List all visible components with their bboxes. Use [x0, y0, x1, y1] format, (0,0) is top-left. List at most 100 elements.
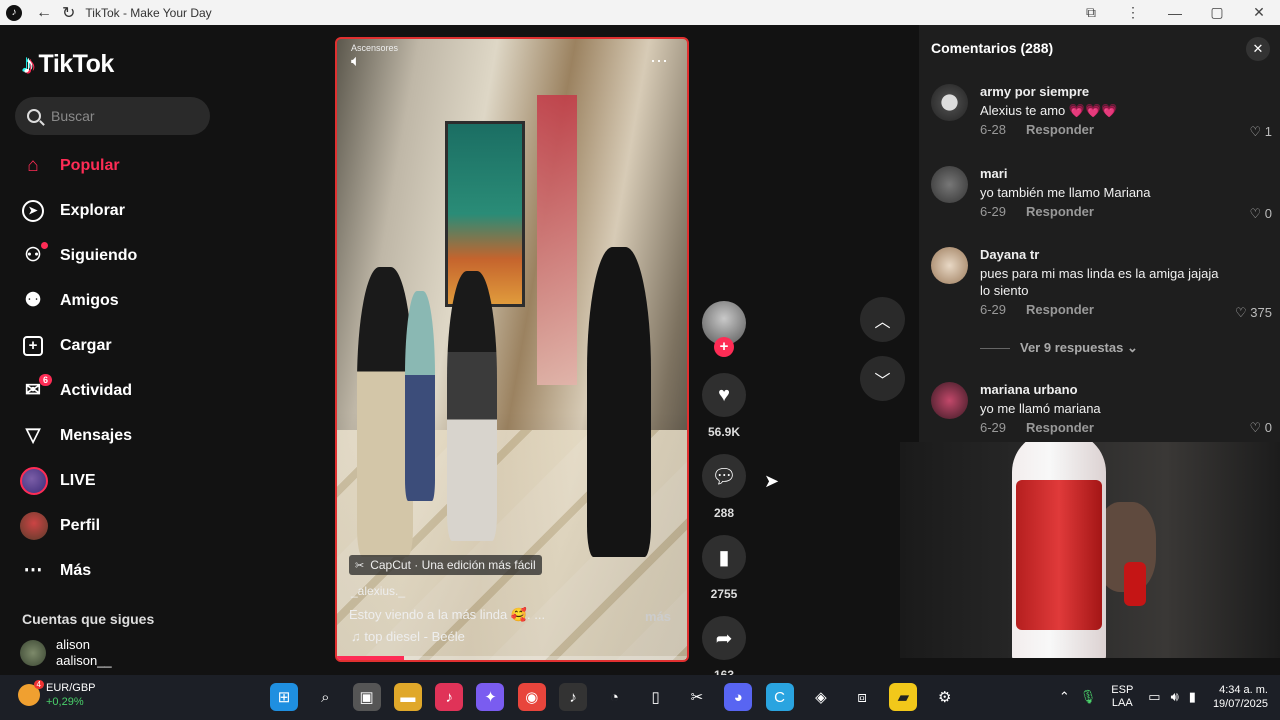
comment-date: 6-29: [980, 420, 1007, 435]
close-window-button[interactable]: ✕: [1238, 4, 1280, 21]
comment-icon[interactable]: 💬︎: [702, 454, 746, 498]
task-view-icon[interactable]: ▣: [352, 683, 381, 711]
comment-user[interactable]: mari: [980, 166, 1230, 181]
sidebar: ♪ TikTok ⌂ Popular ➤ Explorar ⚇ Siguiend…: [0, 25, 330, 675]
reply-button[interactable]: Responder: [1026, 122, 1094, 137]
sidebar-item-label: LIVE: [60, 471, 96, 489]
like-action[interactable]: ♥ 56.9K: [700, 373, 748, 445]
chevron-down-icon: ﹀: [874, 372, 891, 390]
sidebar-item-actividad[interactable]: ✉ 6 Actividad: [20, 368, 137, 413]
capcut-tag[interactable]: ✂ CapCut · Una edición más fácil: [349, 555, 542, 575]
comment-user[interactable]: army por siempre: [980, 84, 1230, 99]
comments-heading: Comentarios (288): [931, 40, 1054, 56]
reply-button[interactable]: Responder: [1026, 420, 1094, 435]
sidebar-item-cargar[interactable]: + Cargar: [20, 323, 137, 368]
volume-icon[interactable]: 🔊︎: [1171, 689, 1179, 705]
comment-likes[interactable]: ♡ 0: [1249, 206, 1272, 222]
close-comments-button[interactable]: ✕: [1246, 37, 1270, 61]
app-icon[interactable]: ◔: [600, 683, 628, 711]
capcut-taskbar-icon[interactable]: ✂: [683, 683, 711, 711]
network-icon[interactable]: ▭: [1148, 689, 1160, 705]
volume-icon[interactable]: 🔈︎: [351, 53, 361, 71]
video-progress-bar[interactable]: [337, 656, 687, 660]
battery-icon[interactable]: ▮: [1189, 689, 1196, 705]
snipping-tool-icon[interactable]: ⧈: [848, 683, 876, 711]
chrome-icon[interactable]: ◉: [517, 683, 546, 711]
language-indicator[interactable]: ESP LAA: [1111, 684, 1133, 710]
comment-likes[interactable]: ♡ 0: [1249, 420, 1272, 436]
avatar[interactable]: [931, 382, 968, 419]
video-more-icon[interactable]: ⋯: [650, 51, 669, 72]
ticker-badge: 4: [33, 680, 44, 689]
tiktok-active-icon[interactable]: ♪: [559, 683, 588, 711]
creator-avatar[interactable]: +: [702, 301, 746, 357]
usb-icon[interactable]: ▯: [642, 683, 670, 711]
tiktok-app-icon: ♪: [6, 4, 22, 21]
comment-user[interactable]: mariana urbano: [980, 382, 1230, 397]
microphone-icon[interactable]: 🎙︎: [1080, 689, 1097, 705]
comment-likes[interactable]: ♡ 375: [1235, 305, 1272, 321]
divider: [980, 348, 1010, 350]
tiktok-logo[interactable]: ♪ TikTok: [22, 49, 114, 80]
tiktok-taskbar-icon[interactable]: ♪: [435, 683, 464, 711]
sidebar-item-perfil[interactable]: Perfil: [20, 503, 137, 548]
next-video-button[interactable]: ﹀: [860, 356, 905, 401]
bookmark-icon[interactable]: ▮: [702, 535, 746, 579]
sidebar-item-mas[interactable]: ⋯ Más: [20, 548, 137, 593]
app-icon[interactable]: ◈: [807, 683, 835, 711]
windows-start-icon[interactable]: ⊞: [270, 683, 298, 711]
sidebar-item-live[interactable]: LIVE: [20, 458, 137, 503]
comment-likes[interactable]: ♡ 1: [1249, 124, 1272, 140]
heart-icon[interactable]: ♥: [702, 373, 746, 417]
previous-video-button[interactable]: ︿: [860, 297, 905, 342]
sidebar-item-explorar[interactable]: ➤ Explorar: [20, 188, 137, 233]
minimize-button[interactable]: —: [1154, 5, 1196, 21]
sidebar-item-label: Siguiendo: [60, 246, 138, 264]
sticky-notes-icon[interactable]: ▰: [889, 683, 918, 711]
kebab-menu-icon[interactable]: ⋮: [1112, 4, 1154, 21]
comment-action[interactable]: 💬︎ 288: [700, 454, 748, 526]
sidebar-item-popular[interactable]: ⌂ Popular: [20, 143, 137, 188]
file-explorer-icon[interactable]: ▬: [393, 683, 422, 711]
video-frame-person: [405, 291, 435, 501]
view-replies-link[interactable]: Ver 9 respuestas ⌄: [980, 340, 1138, 356]
avatar[interactable]: [931, 84, 968, 121]
share-icon[interactable]: ➦: [702, 616, 746, 660]
webcam-bottle-label: [1016, 480, 1102, 630]
video-music[interactable]: ♫ top diesel - Beéle: [351, 629, 465, 644]
chevron-up-icon: ︿: [874, 313, 891, 331]
avatar[interactable]: [931, 166, 968, 203]
search-input[interactable]: [51, 108, 201, 124]
follow-plus-button[interactable]: +: [714, 337, 734, 357]
clock[interactable]: 4:34 a. m. 19/07/2025: [1213, 683, 1268, 711]
ticker-widget[interactable]: 4 EUR/GBP +0,29%: [18, 680, 96, 709]
following-heading: Cuentas que sigues: [22, 611, 155, 627]
avatar[interactable]: [931, 247, 968, 284]
reply-button[interactable]: Responder: [1026, 302, 1094, 317]
maximize-button[interactable]: ▢: [1196, 4, 1238, 21]
comment-date: 6-29: [980, 302, 1007, 317]
video-player[interactable]: Ascensores 🔈︎ ⋯ ✂ CapCut · Una edición m…: [335, 37, 689, 662]
followed-account[interactable]: alison aalison__: [20, 637, 112, 669]
copilot-icon[interactable]: ✦: [476, 683, 505, 711]
search-icon[interactable]: ⌕: [311, 683, 339, 711]
comment-like-count: 0: [1264, 206, 1272, 221]
sidebar-item-amigos[interactable]: ⚉ Amigos: [20, 278, 137, 323]
sidebar-item-mensajes[interactable]: ▽ Mensajes: [20, 413, 137, 458]
discord-icon[interactable]: ◕: [724, 683, 753, 711]
c-app-icon[interactable]: C: [765, 683, 794, 711]
comment-user[interactable]: Dayana tr: [980, 247, 1230, 262]
sidebar-item-siguiendo[interactable]: ⚇ Siguiendo: [20, 233, 137, 278]
reload-icon[interactable]: ↻: [62, 3, 75, 23]
caption-more-link[interactable]: más: [645, 609, 671, 624]
save-action[interactable]: ▮ 2755: [700, 535, 748, 607]
settings-icon[interactable]: ⚙: [931, 683, 959, 711]
reply-button[interactable]: Responder: [1026, 204, 1094, 219]
heart-outline-icon: ♡: [1249, 124, 1262, 139]
video-author[interactable]: _alexius._: [351, 584, 405, 598]
back-arrow-icon[interactable]: ←: [36, 4, 52, 22]
search-box[interactable]: [15, 97, 210, 135]
comments-panel: Comentarios (288) ✕ army por siempre Ale…: [919, 25, 1280, 442]
chevron-up-icon[interactable]: ⌃: [1059, 689, 1070, 705]
extensions-icon[interactable]: ⧉: [1070, 4, 1112, 21]
